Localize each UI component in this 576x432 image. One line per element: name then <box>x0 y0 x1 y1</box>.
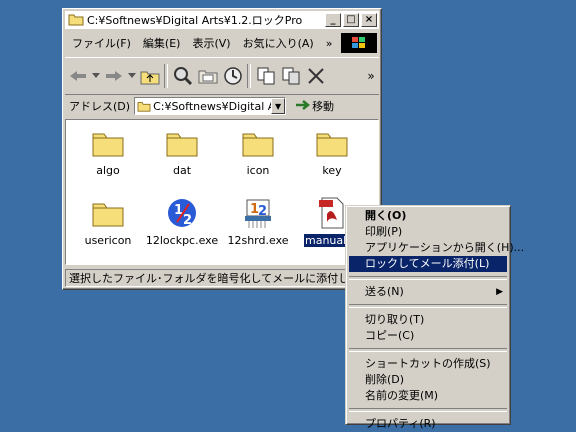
folder-icon <box>165 126 199 160</box>
back-arrow-icon[interactable] <box>66 64 90 88</box>
list-item[interactable]: algo <box>70 126 146 177</box>
copy-to-icon[interactable] <box>279 64 303 88</box>
menu-file[interactable]: ファイル(F) <box>67 35 136 51</box>
toolbar-separator <box>247 64 251 88</box>
pdf-file-icon <box>315 196 349 230</box>
folder-icon <box>315 126 349 160</box>
window-title: C:¥Softnews¥Digital Arts¥1.2.ロックPro <box>87 14 303 27</box>
menu-rename[interactable]: 名前の変更(M) <box>349 388 507 404</box>
menu-print[interactable]: 印刷(P) <box>349 224 507 240</box>
folders-icon[interactable] <box>196 64 220 88</box>
submenu-arrow-icon: ▶ <box>496 287 503 297</box>
address-label: アドレス(D) <box>69 100 131 113</box>
file-name: dat <box>172 164 192 177</box>
list-item[interactable]: 1 2 12lockpc.exe <box>144 196 220 247</box>
menu-view[interactable]: 表示(V) <box>187 35 235 51</box>
menu-bar: ファイル(F) 編集(E) 表示(V) お気に入り(A) » <box>65 33 379 53</box>
status-bar: 選択したファイル･フォルダを暗号化してメールに添付します。 <box>65 269 379 287</box>
file-name: key <box>322 164 342 177</box>
shredder-app-icon: 1 2 <box>241 196 275 230</box>
menu-overflow[interactable]: » <box>321 37 338 50</box>
menu-edit[interactable]: 編集(E) <box>138 35 186 51</box>
file-name: 12shrd.exe <box>227 234 289 247</box>
folder-icon <box>68 12 84 29</box>
context-menu: 開く(O) 印刷(P) アプリケーションから開く(H)... ロックしてメール添… <box>345 205 524 430</box>
list-item[interactable]: dat <box>144 126 220 177</box>
chevron-down-icon[interactable] <box>127 64 137 88</box>
svg-text:2: 2 <box>183 213 192 228</box>
menu-separator <box>349 408 507 412</box>
file-name: algo <box>96 164 120 177</box>
menu-create-shortcut[interactable]: ショートカットの作成(S) <box>349 356 507 372</box>
folder-icon <box>91 126 125 160</box>
close-button[interactable]: × <box>361 13 377 27</box>
search-icon[interactable] <box>171 64 195 88</box>
menu-separator <box>349 276 507 280</box>
dropdown-arrow-icon[interactable]: ▼ <box>271 98 286 114</box>
list-item[interactable]: 1 2 12shrd.exe <box>220 196 296 247</box>
title-bar[interactable]: C:¥Softnews¥Digital Arts¥1.2.ロックPro _ □ … <box>65 11 379 29</box>
folder-icon <box>137 100 151 112</box>
move-to-icon[interactable] <box>254 64 278 88</box>
address-bar: アドレス(D) C:¥Softnews¥Digital Arts¥1.2. ▼ … <box>65 95 379 117</box>
go-button[interactable]: 移動 <box>294 98 334 115</box>
chevron-down-icon[interactable] <box>91 64 101 88</box>
forward-arrow-icon[interactable] <box>102 64 126 88</box>
minimize-button[interactable]: _ <box>325 13 341 27</box>
go-label: 移動 <box>312 100 335 113</box>
list-item[interactable]: usericon <box>70 196 146 247</box>
lock-app-icon: 1 2 <box>165 196 199 230</box>
maximize-button[interactable]: □ <box>343 13 359 27</box>
list-item[interactable]: key <box>294 126 370 177</box>
go-arrow-icon <box>294 98 312 115</box>
file-name: 12lockpc.exe <box>145 234 219 247</box>
address-field[interactable]: C:¥Softnews¥Digital Arts¥1.2. ▼ <box>134 97 287 115</box>
menu-copy[interactable]: コピー(C) <box>349 328 507 344</box>
folder-icon <box>241 126 275 160</box>
menu-delete[interactable]: 削除(D) <box>349 372 507 388</box>
toolbar-overflow-icon[interactable]: » <box>363 64 379 88</box>
file-name: usericon <box>84 234 132 247</box>
list-item[interactable]: icon <box>220 126 296 177</box>
toolbar: » <box>65 57 379 95</box>
toolbar-separator <box>164 64 168 88</box>
menu-separator <box>349 304 507 308</box>
history-icon[interactable] <box>221 64 245 88</box>
address-value: C:¥Softnews¥Digital Arts¥1.2. <box>153 99 285 113</box>
menu-open[interactable]: 開く(O) <box>349 208 507 224</box>
status-text: 選択したファイル･フォルダを暗号化してメールに添付します。 <box>69 272 379 285</box>
up-folder-icon[interactable] <box>138 64 162 88</box>
folder-icon <box>91 196 125 230</box>
file-name: icon <box>246 164 270 177</box>
file-list-view[interactable]: algo dat icon key usericon 1 2 12lockpc.… <box>65 119 379 265</box>
menu-favorites[interactable]: お気に入り(A) <box>238 35 319 51</box>
menu-lock-and-mail[interactable]: ロックしてメール添付(L) <box>349 256 507 272</box>
menu-send-to-label: 送る(N) <box>365 285 404 298</box>
explorer-window: C:¥Softnews¥Digital Arts¥1.2.ロックPro _ □ … <box>62 8 382 290</box>
menu-open-with[interactable]: アプリケーションから開く(H)... <box>349 240 524 256</box>
menu-send-to[interactable]: 送る(N) ▶ <box>349 284 507 300</box>
menu-properties[interactable]: プロパティ(R) <box>349 416 507 432</box>
menu-cut[interactable]: 切り取り(T) <box>349 312 507 328</box>
windows-logo <box>341 33 377 53</box>
delete-x-icon[interactable] <box>304 64 328 88</box>
menu-separator <box>349 348 507 352</box>
